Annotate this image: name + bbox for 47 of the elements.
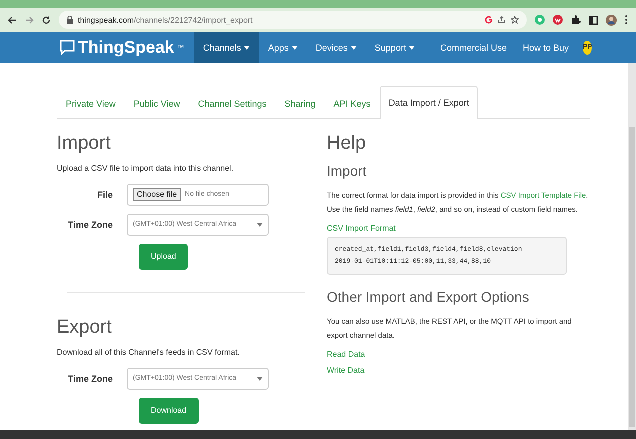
section-title: Export [57, 316, 113, 339]
doc-link[interactable]: Write Data [327, 366, 592, 375]
subsection-title: Import [327, 163, 368, 179]
section-title: Help [327, 133, 368, 155]
format-heading: CSV Import Format [327, 224, 397, 232]
section-title: Import [57, 133, 112, 155]
back-icon[interactable] [8, 16, 17, 24]
section-description: Download all of this Channel's feeds in CSV format. [57, 346, 241, 359]
caret-icon [257, 376, 263, 381]
doc-link[interactable]: Read Data [327, 350, 592, 359]
channel-tab[interactable]: Channel Settings [189, 87, 276, 119]
lock-icon [67, 16, 73, 24]
channel-tab[interactable]: Data Import / Export [380, 86, 478, 119]
scrollbar[interactable] [628, 63, 636, 430]
address-bar[interactable]: thingspeak.com/channels/2212742/import_export [59, 11, 527, 29]
channel-tab[interactable]: Sharing [276, 87, 325, 119]
nav-link[interactable]: How to Buy [522, 42, 569, 52]
nav-link[interactable]: Commercial Use [440, 42, 507, 52]
channel-tab[interactable]: API Keys [324, 87, 380, 119]
brand-name[interactable]: ThingSpeak [78, 38, 174, 58]
subsection-title: Other Import and Export Options [327, 289, 530, 306]
nav-menu[interactable]: Devices [306, 32, 366, 63]
logo-icon [60, 40, 75, 55]
reload-icon[interactable] [42, 16, 51, 24]
nav-menu[interactable]: Apps [259, 32, 307, 63]
field-label: File [96, 190, 113, 200]
channel-tab[interactable]: Private View [57, 87, 125, 119]
sidebar-icon[interactable] [589, 16, 598, 24]
field-label: Time Zone [67, 220, 113, 230]
caret-icon [257, 222, 263, 227]
channel-tab[interactable]: Public View [124, 87, 190, 119]
nav-menu[interactable]: Support [366, 32, 424, 63]
upload-button[interactable]: Upload [139, 244, 188, 270]
download-button[interactable]: Download [139, 398, 199, 424]
more-icon[interactable] [625, 15, 628, 25]
share-icon[interactable] [498, 16, 506, 24]
extension-icon[interactable] [553, 15, 563, 25]
puzzle-icon[interactable] [571, 15, 581, 25]
field-label: Time Zone [67, 374, 113, 384]
caret-icon [244, 46, 250, 50]
caret-icon [292, 46, 298, 50]
star-icon[interactable] [511, 16, 519, 24]
section-description: Upload a CSV file to import data into this channel. [57, 163, 235, 175]
caret-icon [350, 46, 357, 50]
nav-menu[interactable]: Channels [194, 32, 260, 63]
caret-icon [409, 46, 416, 50]
profile-avatar-icon[interactable] [606, 14, 617, 26]
